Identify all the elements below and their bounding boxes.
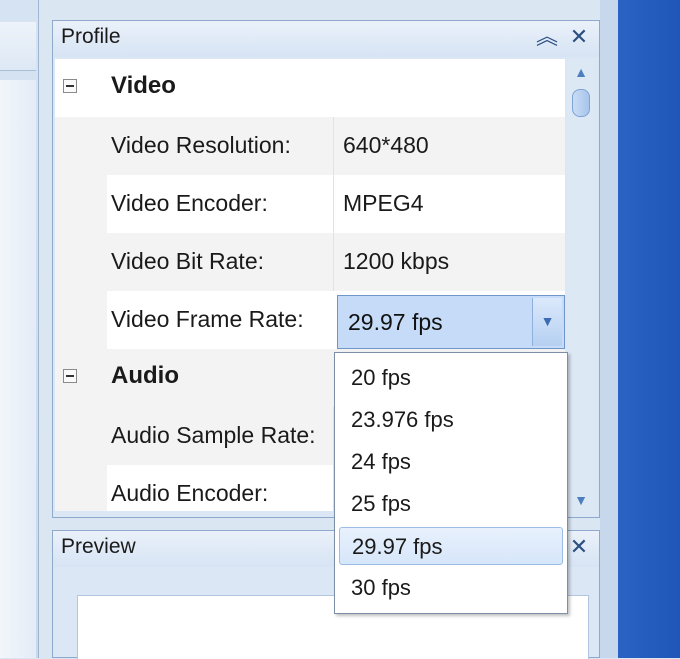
column-divider [333,175,334,233]
column-divider [333,117,334,175]
left-pane-toolbar-strip [0,22,36,71]
collapse-toggle-icon[interactable] [63,79,77,93]
left-background-pane [0,0,39,658]
property-value[interactable]: 640*480 [343,117,563,175]
preview-panel-title: Preview [61,535,136,558]
category-video[interactable]: Video [55,59,565,117]
close-icon[interactable]: ✕ [567,24,591,50]
chevron-down-icon[interactable]: ▼ [532,298,562,346]
left-pane-content [0,80,36,658]
property-value[interactable]: MPEG4 [343,175,563,233]
property-grid-scrollbar[interactable]: ▲ ▼ [567,59,595,511]
combobox-selected-value: 29.97 fps [348,309,443,335]
profile-panel-header: Profile ︽ ✕ [53,21,599,57]
desktop-background [600,0,680,658]
property-name: Video Resolution: [111,132,291,158]
collapse-toggle-icon[interactable] [63,369,77,383]
dropdown-option-selected[interactable]: 29.97 fps [339,527,563,565]
property-name: Audio Sample Rate: [111,422,316,448]
frame-rate-dropdown-list: 20 fps 23.976 fps 24 fps 25 fps 29.97 fp… [334,352,568,614]
dropdown-option[interactable]: 20 fps [339,359,563,397]
dropdown-option[interactable]: 25 fps [339,485,563,523]
collapse-icon[interactable]: ︽ [535,24,559,50]
category-label: Video [111,72,176,99]
scroll-up-icon[interactable]: ▲ [571,65,591,79]
dropdown-option[interactable]: 23.976 fps [339,401,563,439]
property-name: Audio Encoder: [111,480,269,506]
row-gutter [55,175,107,233]
frame-rate-combobox[interactable]: 29.97 fps ▼ [337,295,565,349]
category-label: Audio [111,362,179,389]
profile-panel-title: Profile [61,25,121,48]
property-row-video-resolution[interactable]: Video Resolution: 640*480 [55,117,565,175]
row-gutter [55,465,107,511]
property-row-video-encoder[interactable]: Video Encoder: MPEG4 [55,175,565,233]
dropdown-option[interactable]: 30 fps [339,569,563,607]
scrollbar-thumb[interactable] [572,89,590,117]
column-divider [333,233,334,291]
property-name: Video Bit Rate: [111,248,265,274]
property-name: Video Encoder: [111,190,268,216]
property-value[interactable]: 1200 kbps [343,233,563,291]
property-row-video-bit-rate[interactable]: Video Bit Rate: 1200 kbps [55,233,565,291]
scroll-down-icon[interactable]: ▼ [571,493,591,507]
close-icon[interactable]: ✕ [567,534,591,560]
property-name: Video Frame Rate: [111,306,304,332]
row-gutter [55,291,107,349]
dropdown-option[interactable]: 24 fps [339,443,563,481]
